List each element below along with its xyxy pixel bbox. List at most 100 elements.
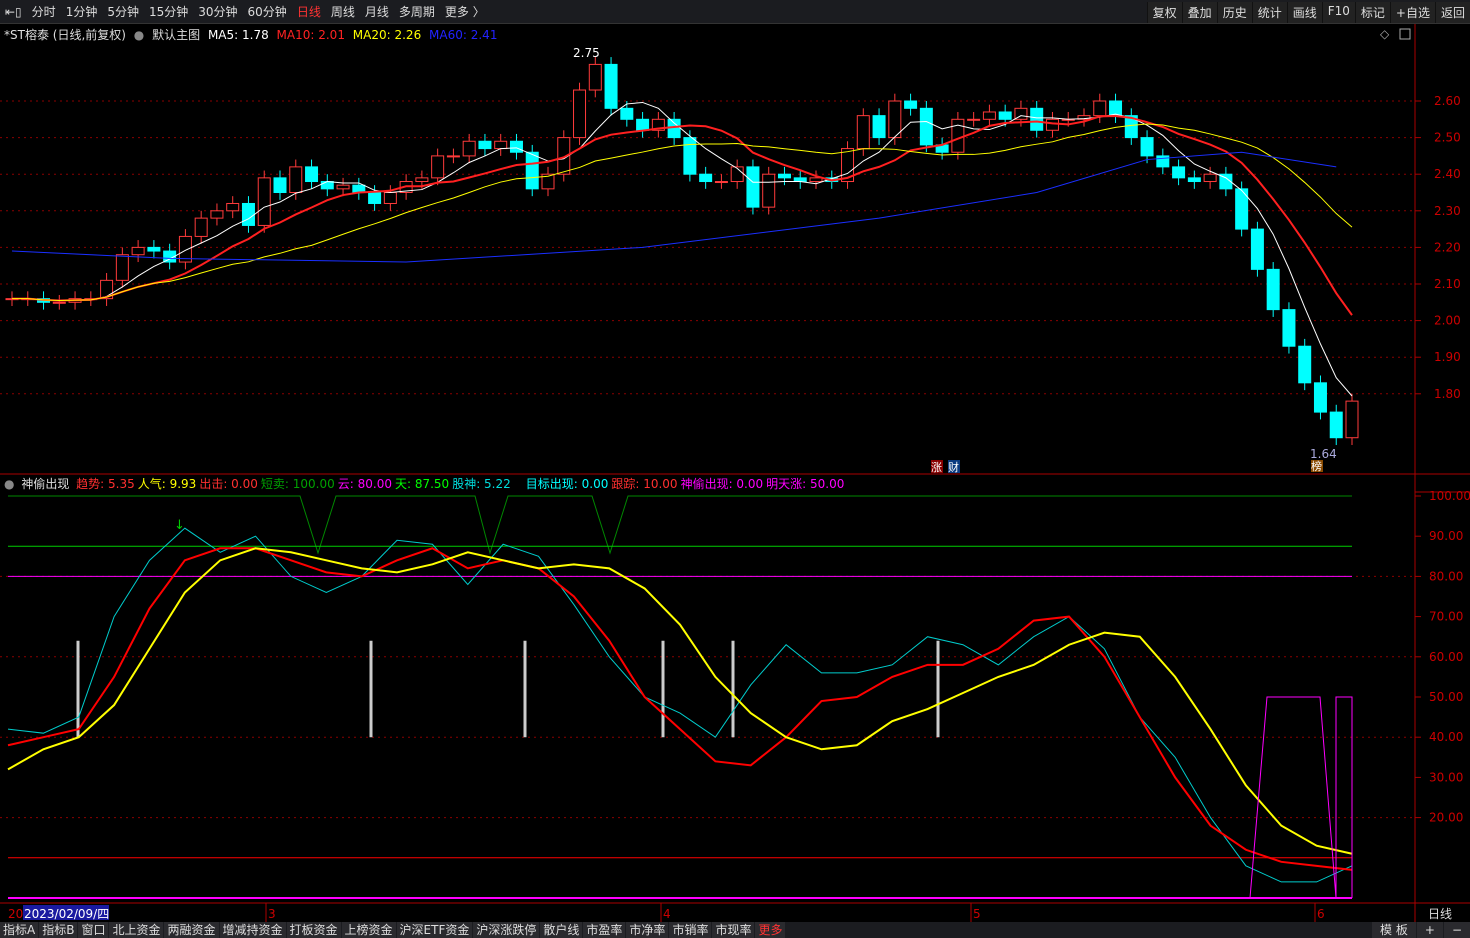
- candle-down: [273, 177, 287, 194]
- candle-up: [289, 166, 303, 194]
- bottom-tab[interactable]: 指标A: [0, 922, 39, 938]
- candle-up: [336, 184, 350, 190]
- candle-up: [588, 63, 602, 91]
- bottom-tab[interactable]: 沪深涨跌停: [473, 922, 540, 938]
- bottom-tab[interactable]: 市销率: [669, 922, 712, 938]
- candle-up: [494, 140, 508, 150]
- indicator-tick-label: 90.00: [1429, 529, 1463, 543]
- indicator-tick-label: 70.00: [1429, 610, 1463, 624]
- candle-down: [1250, 228, 1264, 270]
- candle-up: [730, 166, 744, 183]
- bottom-tab[interactable]: 两融资金: [164, 922, 219, 938]
- candle-down: [919, 107, 933, 146]
- bottom-tab[interactable]: 散户线: [540, 922, 583, 938]
- bottom-tab[interactable]: 上榜资金: [341, 922, 396, 938]
- candle-up: [951, 118, 965, 153]
- candle-up: [573, 89, 587, 139]
- candle-up: [446, 155, 460, 158]
- bottom-tab[interactable]: 更多: [755, 922, 786, 938]
- bottom-tab[interactable]: 市现率: [712, 922, 755, 938]
- bottom-tab[interactable]: 打板资金: [286, 922, 341, 938]
- xaxis-label: 4: [663, 907, 671, 921]
- candle-up: [383, 192, 397, 204]
- candle-down: [872, 115, 886, 139]
- price-tick-label: 2.20: [1434, 240, 1461, 254]
- indicator-tick-label: 40.00: [1429, 730, 1463, 744]
- candle-down: [147, 246, 161, 252]
- candle-up: [1093, 100, 1107, 117]
- candle-up: [257, 177, 271, 226]
- high-price-label: 2.75: [573, 46, 600, 60]
- candle-down: [1313, 382, 1327, 413]
- bottom-tab[interactable]: 沪深ETF资金: [396, 922, 473, 938]
- candle-down: [1172, 166, 1186, 179]
- candle-up: [431, 155, 445, 179]
- candle-up: [1203, 173, 1217, 183]
- candle-down: [998, 111, 1012, 120]
- xaxis-label: 3: [268, 907, 276, 921]
- candle-up: [462, 140, 476, 157]
- candle-down: [1329, 411, 1343, 439]
- yellow-line: [7, 547, 1353, 855]
- price-tick-label: 2.00: [1434, 314, 1461, 328]
- price-tick-label: 2.60: [1434, 94, 1461, 108]
- candle-down: [683, 137, 697, 175]
- candle-down: [509, 140, 523, 153]
- candle-down: [667, 118, 681, 139]
- candle-up: [131, 246, 145, 256]
- low-price-label: 1.64: [1310, 447, 1337, 461]
- candle-up: [888, 100, 902, 139]
- bottom-control[interactable]: +: [1416, 922, 1443, 938]
- candle-up: [967, 118, 981, 121]
- candle-up: [210, 210, 224, 219]
- candle-down: [241, 202, 255, 226]
- kline-chart[interactable]: 2.60 2.50 2.40 2.30 2.20 2.10 2.00 1.90 1.80 100.…: [0, 0, 1470, 922]
- candle-up: [809, 177, 823, 183]
- candle-down: [904, 100, 918, 109]
- candle-up: [1045, 118, 1059, 131]
- candle-down: [1282, 309, 1296, 347]
- xaxis-label: 5: [973, 907, 981, 921]
- candle-up: [226, 202, 240, 212]
- candle-up: [415, 177, 429, 183]
- badge-cai: 财: [948, 460, 959, 474]
- candle-down: [525, 151, 539, 190]
- indicator-tick-label: 30.00: [1429, 770, 1463, 784]
- bottom-tab[interactable]: 市盈率: [583, 922, 626, 938]
- xaxis-label: 6: [1317, 907, 1325, 921]
- bottom-tab[interactable]: 市净率: [626, 922, 669, 938]
- red-line: [7, 547, 1353, 871]
- candle-up: [762, 173, 776, 208]
- candle-down: [604, 63, 618, 109]
- indicator-tick-label: 60.00: [1429, 650, 1463, 664]
- bottom-tab[interactable]: 北上资金: [109, 922, 164, 938]
- candle-up: [1345, 400, 1359, 439]
- period-label: 日线: [1428, 907, 1452, 921]
- candle-down: [1030, 107, 1044, 131]
- price-tick-label: 1.80: [1434, 387, 1461, 401]
- bottom-right-controls: 模 板 + −: [1371, 922, 1470, 938]
- price-tick-label: 2.40: [1434, 167, 1461, 181]
- panel-toggle-icon: [1399, 28, 1411, 40]
- diamond-icon: ◇: [1380, 27, 1390, 41]
- xaxis-label: 2023/02/09/四: [24, 907, 109, 921]
- candle-down: [1187, 177, 1201, 183]
- cyan-line: [7, 527, 1353, 883]
- bottom-indicator-tabs: 指标A 指标B 窗口 北上资金 两融资金 增减持资金 打板资金 上榜资金 沪深ETF资金 沪深涨跌…: [0, 922, 1470, 938]
- price-tick-label: 1.90: [1434, 350, 1461, 364]
- candle-down: [746, 166, 760, 208]
- bottom-tab[interactable]: 指标B: [39, 922, 78, 938]
- indicator-tick-label: 20.00: [1429, 811, 1463, 825]
- candle-up: [714, 181, 728, 184]
- indicator-tick-label: 80.00: [1429, 569, 1463, 583]
- bottom-tab[interactable]: 增减持资金: [219, 922, 286, 938]
- candle-down: [1266, 268, 1280, 311]
- candle-down: [620, 107, 634, 120]
- bottom-tab[interactable]: 窗口: [78, 922, 109, 938]
- candle-down: [777, 173, 791, 179]
- bottom-control[interactable]: 模 板: [1372, 922, 1416, 938]
- indicator-tick-label: 50.00: [1429, 690, 1463, 704]
- bottom-control[interactable]: −: [1443, 922, 1470, 938]
- candle-down: [1109, 100, 1123, 117]
- candle-down: [320, 181, 334, 190]
